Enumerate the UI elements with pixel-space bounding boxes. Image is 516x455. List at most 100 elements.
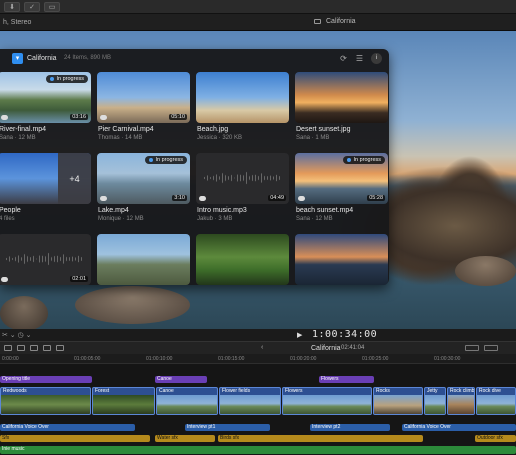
tile-details: Sana · 1 MB (296, 135, 330, 141)
voiceover-clip[interactable]: Interview pt1 (185, 424, 270, 431)
clip-filmstrip (93, 395, 154, 414)
media-tile[interactable]: +4 People 4 files (0, 153, 91, 225)
tile-thumbnail: In progress 3:10 (97, 153, 190, 204)
video-clip[interactable]: Jetty (424, 387, 446, 415)
tile-thumbnail (196, 72, 289, 123)
video-clip[interactable]: Rock climb (447, 387, 475, 415)
tile-name: People (0, 207, 21, 214)
timeline-ruler[interactable]: 0:00:00 01:00:05:00 01:00:10:00 01:00:15… (0, 354, 516, 364)
more-files-count: +4 (58, 153, 91, 204)
music-clip[interactable]: Inie music (0, 446, 516, 454)
status-badge: In progress (145, 156, 187, 164)
title-clip[interactable]: Opening title (0, 376, 92, 383)
title-clip[interactable]: Canoe (155, 376, 207, 383)
skimming-icon[interactable] (30, 345, 38, 351)
clip-label: Rocks (376, 388, 390, 394)
voiceover-clip[interactable]: California Voice Over (402, 424, 516, 431)
media-tile[interactable]: 05:10 Pier Carnival.mp4 Thomas · 14 MB (97, 72, 190, 144)
library-name: California (314, 18, 356, 25)
clip-filmstrip (157, 395, 217, 414)
sfx-clip[interactable]: Water sfx (155, 435, 215, 442)
tile-name: Lake.mp4 (98, 207, 129, 214)
snapping-icon[interactable] (43, 345, 51, 351)
tile-thumbnail (97, 234, 190, 285)
media-tile[interactable] (295, 234, 388, 285)
timeline-back-button[interactable]: ‹ (261, 344, 263, 351)
media-browser: ▾ California 24 Items, 890 MB ⟳ ☰ i In p… (0, 49, 389, 285)
video-clip[interactable]: Redwoods (0, 387, 91, 415)
media-tile[interactable]: Desert sunset.jpg Sana · 1 MB (295, 72, 388, 144)
media-tile[interactable]: In progress 03:16 River-final.mp4 Sana · 12… (0, 72, 91, 144)
duration-label: 04:49 (268, 195, 286, 201)
tile-name: Beach.jpg (197, 126, 229, 133)
viewer-rock (75, 286, 190, 324)
list-view-icon[interactable]: ☰ (354, 53, 365, 64)
appearance-control[interactable] (484, 345, 498, 351)
voiceover-clip[interactable]: California Voice Over (0, 424, 135, 431)
cloud-icon (100, 196, 107, 201)
clip-filmstrip (374, 395, 422, 414)
status-badge: In progress (343, 156, 385, 164)
sfx-clip[interactable]: Sfx (0, 435, 150, 442)
media-tile[interactable]: 04:49 Intro music.mp3 Jakub · 3 MB (196, 153, 289, 225)
cloud-icon (199, 196, 206, 201)
duration-label: 03:16 (70, 114, 88, 120)
share-button[interactable]: ▭ (44, 1, 60, 12)
keyword-button[interactable]: ✓ (24, 1, 40, 12)
tile-name: Pier Carnival.mp4 (98, 126, 154, 133)
tile-thumbnail: 05:10 (97, 72, 190, 123)
clip-label: Flower fields (222, 388, 251, 394)
media-tile[interactable]: Beach.jpg Jessica · 320 KB (196, 72, 289, 144)
sync-icon[interactable]: ⟳ (338, 53, 349, 64)
pointer-tool-icon[interactable] (56, 345, 64, 351)
voiceover-clip[interactable]: Interview pt2 (310, 424, 390, 431)
duration-label: 3:10 (172, 195, 187, 201)
tile-details: Jakub · 3 MB (197, 216, 233, 222)
cloud-icon (100, 115, 107, 120)
sfx-clip[interactable]: Outdoor sfx (475, 435, 516, 442)
tile-details: Monique · 12 MB (98, 216, 144, 222)
video-clip[interactable]: Canoe (156, 387, 218, 415)
transport-bar: ✂ ⌄ ◷ ⌄ ▶ 1:00:34:00 (0, 329, 516, 341)
media-tile[interactable] (97, 234, 190, 285)
video-clip[interactable]: Rocks (373, 387, 423, 415)
zoom-control[interactable] (465, 345, 479, 351)
import-button[interactable]: ⬇ (4, 1, 20, 12)
viewer-rock (455, 256, 516, 286)
media-tile[interactable] (196, 234, 289, 285)
ruler-tick: 01:00:20:00 (290, 356, 317, 362)
clip-filmstrip (448, 395, 474, 414)
sfx-clip[interactable]: Birds sfx (218, 435, 423, 442)
tile-thumbnail (196, 234, 289, 285)
timeline-view-icons (4, 345, 64, 351)
clip-appearance-icon[interactable] (4, 345, 12, 351)
duration-label: 05:28 (367, 195, 385, 201)
play-button[interactable]: ▶ (297, 331, 302, 339)
clip-label: Rock climb (450, 388, 475, 394)
cloud-icon (1, 115, 8, 120)
clip-filmstrip (283, 395, 371, 414)
clip-label: Rock dive (479, 388, 501, 394)
clip-label: Flowers (285, 388, 303, 394)
clip-filmstrip (425, 395, 445, 414)
video-clip[interactable]: Flowers (282, 387, 372, 415)
video-clip[interactable]: Flower fields (219, 387, 281, 415)
tile-thumbnail: 04:49 (196, 153, 289, 204)
ruler-tick: 01:00:30:00 (434, 356, 461, 362)
tool-icons[interactable]: ✂ ⌄ ◷ ⌄ (2, 331, 32, 339)
window-toolbar: ⬇ ✓ ▭ (0, 0, 516, 14)
browser-meta: 24 Items, 890 MB (64, 55, 112, 61)
ruler-tick: 0:00:00 (2, 356, 19, 362)
library-title: California (326, 18, 356, 25)
title-clip[interactable]: Flowers (319, 376, 374, 383)
tile-name: Intro music.mp3 (197, 207, 247, 214)
info-button[interactable]: i (371, 53, 382, 64)
ruler-tick: 01:00:10:00 (146, 356, 173, 362)
clip-label: Redwoods (3, 388, 27, 394)
video-clip[interactable]: Forest (92, 387, 155, 415)
media-tile[interactable]: In progress 3:10 Lake.mp4 Monique · 12 MB (97, 153, 190, 225)
media-tile[interactable]: In progress 05:28 beach sunset.mp4 Sana · 1… (295, 153, 388, 225)
audio-lanes-icon[interactable] (17, 345, 25, 351)
media-tile[interactable]: 02:01 (0, 234, 91, 285)
video-clip[interactable]: Rock dive (476, 387, 516, 415)
